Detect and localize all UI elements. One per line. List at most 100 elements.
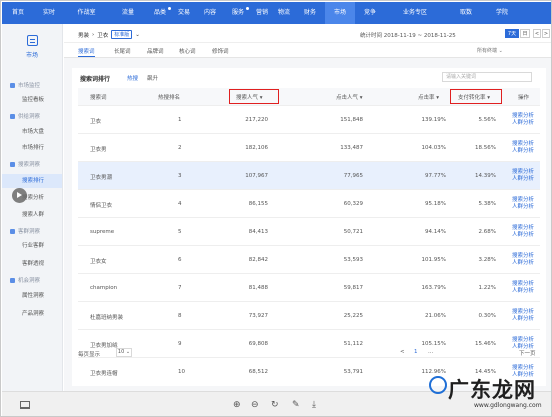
table-row[interactable]: champion 7 81,488 59,817 163.79% 1.22% 搜索分析 人群分… [78,273,540,301]
tab-brand-words[interactable]: 品牌词 [147,47,164,55]
ctr-cell: 21.06% [425,313,446,319]
chart-icon [10,161,15,167]
search-analysis-link[interactable]: 搜索分析 [512,281,534,288]
table-row[interactable]: supreme 5 84,413 50,721 94.14% 2.68% 搜索分析 人群分析 [78,217,540,245]
tab-modifier-words[interactable]: 修饰词 [212,47,229,55]
table-row[interactable]: 杜嘉班纳男装 8 73,927 25,225 21.06% 0.30% 搜索分析 人群分析 [78,301,540,329]
search-analysis-link[interactable]: 搜索分析 [512,337,534,344]
channel-select[interactable]: 所有终端 ⌄ [477,47,503,54]
nav-item-trade[interactable]: 交易 [173,2,195,24]
prev-page-button[interactable]: < [400,349,405,355]
pay-conversion-cell: 5.56% [478,117,496,123]
group-title: 机会洞察 [18,278,41,284]
next-page-button[interactable]: 下一页 [519,349,536,357]
sidebar-item-market-overview[interactable]: 市场大盘 [2,125,62,139]
crowd-analysis-link[interactable]: 人群分析 [512,316,534,323]
ctr-cell: 139.19% [421,117,446,123]
table-row[interactable]: 情侣卫衣 4 86,155 60,329 95.18% 5.38% 搜索分析 人群分析 [78,189,540,217]
search-popularity-cell: 182,106 [245,145,268,151]
nav-item-service[interactable]: 服务 [225,2,251,24]
crumb-category[interactable]: 男装 [78,31,89,39]
group-title: 客群洞察 [18,229,41,235]
per-page-value: 10 [117,349,125,355]
crowd-analysis-link[interactable]: 人群分析 [512,204,534,211]
crowd-analysis-link[interactable]: 人群分析 [512,176,534,183]
tab-rising[interactable]: 飙升 [147,74,158,82]
edit-icon[interactable]: ✎ [292,400,300,410]
nav-item-competition[interactable]: 竞争 [355,2,385,24]
tab-core-words[interactable]: 核心词 [179,47,196,55]
nav-item-academy[interactable]: 学院 [487,2,517,24]
rotate-icon[interactable]: ↻ [271,400,279,410]
sidebar-item-search-analysis[interactable]: 搜索分析 [2,191,62,205]
next-period-button[interactable]: > [542,29,550,38]
ctr-cell: 101.95% [421,257,446,263]
nav-item-category[interactable]: 品类 [147,2,173,24]
col-ctr[interactable]: 点击率 ▾ [418,93,439,101]
crumb-subcategory[interactable]: 卫衣 [97,31,108,39]
crowd-analysis-link[interactable]: 人群分析 [512,120,534,127]
search-analysis-link[interactable]: 搜索分析 [512,309,534,316]
market-icon [26,34,38,46]
table-row[interactable]: 卫衣男 2 182,106 133,487 104.03% 18.56% 搜索分析 人群分析 [78,133,540,161]
nav-item-content[interactable]: 内容 [195,2,225,24]
period-day-button[interactable]: 日 [520,29,530,38]
search-analysis-link[interactable]: 搜索分析 [512,225,534,232]
col-hot-rank[interactable]: 热搜排名 [158,93,180,101]
nav-item-marketing[interactable]: 营销 [251,2,273,24]
keyword-search-input[interactable]: 请输入关键词 [442,72,532,82]
crowd-analysis-link[interactable]: 人群分析 [512,232,534,239]
rank-cell: 2 [178,145,182,151]
sidebar-group-customer: 客群洞察 [10,227,40,235]
table-row[interactable]: 卫衣女 6 82,842 53,593 101.95% 3.28% 搜索分析 人群分析 [78,245,540,273]
tab-hot[interactable]: 热搜 [127,74,138,82]
play-toggle-icon[interactable] [12,188,27,203]
table-row[interactable]: 卫衣 1 217,220 151,848 139.19% 5.56% 搜索分析 人群分析 [78,105,540,133]
search-analysis-link[interactable]: 搜索分析 [512,169,534,176]
crowd-analysis-link[interactable]: 人群分析 [512,260,534,267]
search-analysis-link[interactable]: 搜索分析 [512,253,534,260]
monitor-icon[interactable] [20,401,30,409]
nav-item-logistics[interactable]: 物流 [273,2,295,24]
ctr-cell: 104.03% [421,145,446,151]
search-analysis-link[interactable]: 搜索分析 [512,141,534,148]
nav-item-business-zone[interactable]: 业务专区 [385,2,445,24]
sidebar-item-industry-customer[interactable]: 行业客群 [2,239,62,253]
sidebar-item-monitor-board[interactable]: 监控看板 [2,93,62,107]
search-analysis-link[interactable]: 搜索分析 [512,197,534,204]
crowd-analysis-link[interactable]: 人群分析 [512,288,534,295]
sidebar-item-attribute-insight[interactable]: 属性洞察 [2,289,62,303]
chevron-down-icon[interactable]: ⌄ [135,32,140,38]
version-badge: 标准版 [111,30,133,39]
header-bar: 男装 › 卫衣 标准版 ⌄ 统计时间 2018-11-19 ~ 2018-11-… [64,24,551,43]
nav-item-data-fetch[interactable]: 取数 [445,2,487,24]
sidebar-market-header[interactable]: 市场 [2,24,62,69]
sidebar-item-search-ranking[interactable]: 搜索排行 [2,174,62,188]
search-analysis-link[interactable]: 搜索分析 [512,113,534,120]
nav-label: 品类 [153,9,166,16]
col-click-popularity[interactable]: 点击人气 ▾ [336,93,363,101]
per-page-select[interactable]: 10 ⌄ [116,348,132,357]
nav-item-war-room[interactable]: 作战室 [64,2,109,24]
tab-long-tail-words[interactable]: 长尾词 [114,47,131,55]
nav-item-traffic[interactable]: 流量 [109,2,147,24]
nav-item-finance[interactable]: 财务 [295,2,325,24]
nav-item-market[interactable]: 市场 [325,2,355,24]
period-7day-button[interactable]: 7天 [505,29,519,38]
zoom-in-icon[interactable]: ⊕ [233,400,241,410]
nav-item-realtime[interactable]: 实时 [34,2,64,24]
sidebar-item-search-crowd[interactable]: 搜索人群 [2,208,62,222]
prev-period-button[interactable]: < [533,29,541,38]
sidebar-item-market-ranking[interactable]: 市场排行 [2,141,62,155]
sidebar-item-customer-perspective[interactable]: 客群透视 [2,257,62,271]
crowd-analysis-link[interactable]: 人群分析 [512,148,534,155]
zoom-out-icon[interactable]: ⊖ [251,400,259,410]
group-title: 搜索洞察 [18,162,41,168]
sidebar-item-product-insight[interactable]: 产品洞察 [2,307,62,321]
nav-label: 服务 [231,9,244,16]
nav-item-home[interactable]: 首页 [2,2,34,24]
table-row[interactable]: 卫衣男潮 3 107,967 77,965 97.77% 14.39% 搜索分析 人群分析 [78,161,540,189]
page-1-button[interactable]: 1 [414,349,418,355]
tab-search-words[interactable]: 搜索词 [78,47,95,57]
download-icon[interactable]: ⤓ [312,400,316,410]
